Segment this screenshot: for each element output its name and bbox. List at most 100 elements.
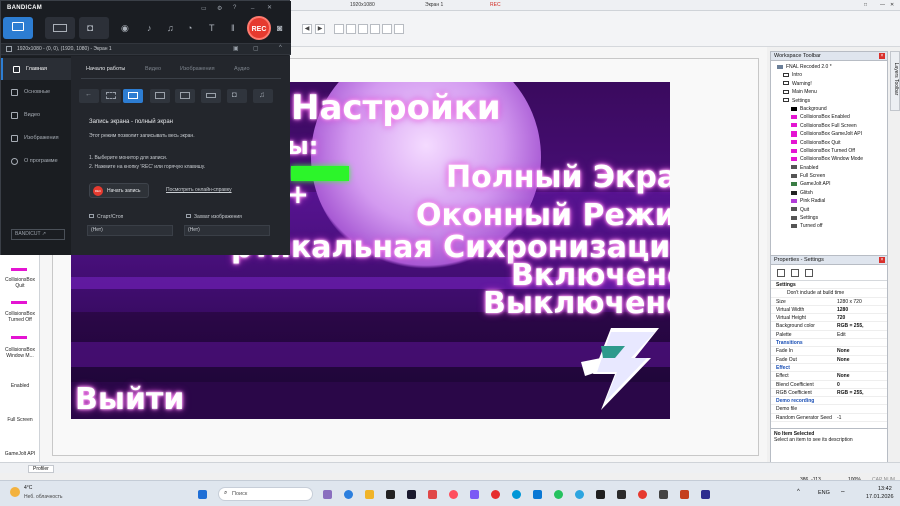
tree-item[interactable]: Background: [777, 105, 887, 113]
speaker-icon[interactable]: ♪: [147, 23, 152, 33]
list-item[interactable]: GameJolt API: [2, 451, 38, 457]
device-mode-button[interactable]: [45, 17, 75, 39]
game-mode-button[interactable]: ◘: [79, 17, 109, 39]
rec-indicator[interactable]: REC: [490, 2, 501, 8]
tree-item[interactable]: Warning!: [777, 80, 887, 88]
chevron-up-icon[interactable]: ^: [279, 45, 282, 51]
app-icon[interactable]: [407, 490, 416, 499]
tree-root[interactable]: FNAL Recoded 2.0 *: [777, 63, 887, 71]
bandicam-icon[interactable]: [638, 490, 647, 499]
webcam-icon[interactable]: ◉: [121, 23, 129, 34]
tree-item[interactable]: Enabled: [777, 164, 887, 172]
list-item[interactable]: CollisionsBox Quit: [2, 277, 38, 289]
language-indicator[interactable]: ENG: [818, 490, 830, 496]
vsync-off-label[interactable]: Выключено: [483, 286, 670, 321]
weather-temp[interactable]: 4°C: [24, 485, 32, 491]
mode-device-button[interactable]: [201, 89, 221, 103]
sidebar-item-general[interactable]: Основные: [1, 81, 71, 103]
tab-getting-started[interactable]: Начало работы: [86, 66, 125, 72]
list-item[interactable]: Enabled: [2, 383, 38, 389]
minimize-icon[interactable]: _: [251, 3, 254, 9]
tree-item[interactable]: CollisionsBox Turned Off: [777, 147, 887, 155]
list-item[interactable]: CollisionsBox Window M...: [2, 347, 38, 359]
tab-images[interactable]: Изображения: [180, 66, 215, 72]
nav-back-icon[interactable]: ◀: [302, 24, 312, 34]
mic-icon[interactable]: ♫: [167, 23, 174, 33]
widgets-icon[interactable]: [323, 490, 332, 499]
property-row[interactable]: Demo file: [771, 405, 887, 414]
close-icon[interactable]: ✕: [890, 2, 894, 8]
tool-icon[interactable]: [394, 24, 404, 34]
property-row[interactable]: Virtual Height 720: [771, 314, 887, 323]
explorer-icon[interactable]: [365, 490, 374, 499]
app-icon[interactable]: [470, 490, 479, 499]
property-row[interactable]: Fade In None: [771, 347, 887, 356]
mode-region-button[interactable]: [150, 89, 170, 103]
list-item[interactable]: Full Screen: [2, 417, 38, 423]
mode-rectangle-button[interactable]: [101, 89, 121, 103]
tool-icon[interactable]: [346, 24, 356, 34]
property-row[interactable]: Fade Out None: [771, 356, 887, 364]
property-row[interactable]: Effect None: [771, 372, 887, 381]
folder-icon[interactable]: ▭: [201, 5, 207, 12]
event-icon[interactable]: [805, 269, 813, 277]
weather-icon[interactable]: [10, 487, 20, 497]
sidebar-item-video[interactable]: Видео: [1, 104, 71, 126]
tree-item[interactable]: Settings: [777, 214, 887, 222]
app-icon[interactable]: [701, 490, 710, 499]
powerpoint-icon[interactable]: [680, 490, 689, 499]
sidebar-item-images[interactable]: Изображения: [1, 127, 71, 149]
tree-item[interactable]: Glitsh: [777, 189, 887, 197]
checkbox-icon[interactable]: [6, 46, 12, 52]
app-icon[interactable]: [596, 490, 605, 499]
tree-item[interactable]: Quit: [777, 206, 887, 214]
volume-bar[interactable]: [291, 166, 349, 181]
tool-icon[interactable]: [370, 24, 380, 34]
hotkey-capture-field[interactable]: (Нет): [184, 225, 270, 236]
property-row[interactable]: Background color RGB = 255,: [771, 322, 887, 331]
maximize-icon[interactable]: □: [864, 2, 867, 8]
close-icon[interactable]: ×: [879, 53, 885, 59]
tab-video[interactable]: Видео: [145, 66, 161, 72]
tree-item[interactable]: Turned off: [777, 222, 887, 230]
tool-icon[interactable]: [358, 24, 368, 34]
rec-button[interactable]: REC: [247, 16, 271, 40]
edit-icon[interactable]: [777, 269, 785, 277]
mode-fullscreen-button[interactable]: [123, 89, 143, 103]
mode-back-button[interactable]: ←: [79, 89, 99, 103]
list-icon[interactable]: [791, 269, 799, 277]
clock-date[interactable]: 17.01.2026: [866, 494, 894, 500]
tool-icon[interactable]: [334, 24, 344, 34]
start-recording-button[interactable]: REC Начать запись: [89, 183, 149, 198]
tab-audio[interactable]: Аудио: [234, 66, 250, 72]
property-row[interactable]: Palette Edit: [771, 331, 887, 340]
app-icon[interactable]: [512, 490, 521, 499]
window-icon[interactable]: ▢: [253, 45, 259, 52]
property-row[interactable]: Virtual Width 1280: [771, 306, 887, 315]
exit-label[interactable]: Выйти: [75, 382, 184, 417]
tree-item[interactable]: CollisionsBox Full Screen: [777, 122, 887, 130]
tray-chevron-icon[interactable]: ^: [797, 489, 800, 495]
list-item[interactable]: CollisionsBox Turned Off: [2, 311, 38, 323]
sidebar-item-home[interactable]: Главная: [1, 58, 71, 80]
tree-item[interactable]: Full Screen: [777, 172, 887, 180]
bandicut-link[interactable]: BANDICUT ↗: [11, 229, 65, 240]
app-icon[interactable]: [659, 490, 668, 499]
tree-item[interactable]: CollisionsBox Quit: [777, 139, 887, 147]
tree-item[interactable]: CollisionsBox GameJolt API: [777, 130, 887, 138]
minimize-icon[interactable]: —: [880, 2, 885, 8]
tree-item[interactable]: CollisionsBox Enabled: [777, 113, 887, 121]
video-icon[interactable]: ▣: [233, 45, 239, 52]
mode-mouse-button[interactable]: [175, 89, 195, 103]
mode-audio-button[interactable]: ♫: [253, 89, 273, 103]
whatsapp-icon[interactable]: [554, 490, 563, 499]
app-icon[interactable]: [428, 490, 437, 499]
tree-item[interactable]: Pink Radial: [777, 197, 887, 205]
telegram-icon[interactable]: [575, 490, 584, 499]
pause-icon[interactable]: ‖: [231, 23, 235, 33]
nav-forward-icon[interactable]: ▶: [315, 24, 325, 34]
hotkey-start-field[interactable]: (Нет): [87, 225, 173, 236]
online-help-link[interactable]: Посмотреть онлайн-справку: [166, 187, 232, 193]
close-icon[interactable]: ×: [879, 257, 885, 263]
tree-item[interactable]: Intro: [777, 71, 887, 79]
